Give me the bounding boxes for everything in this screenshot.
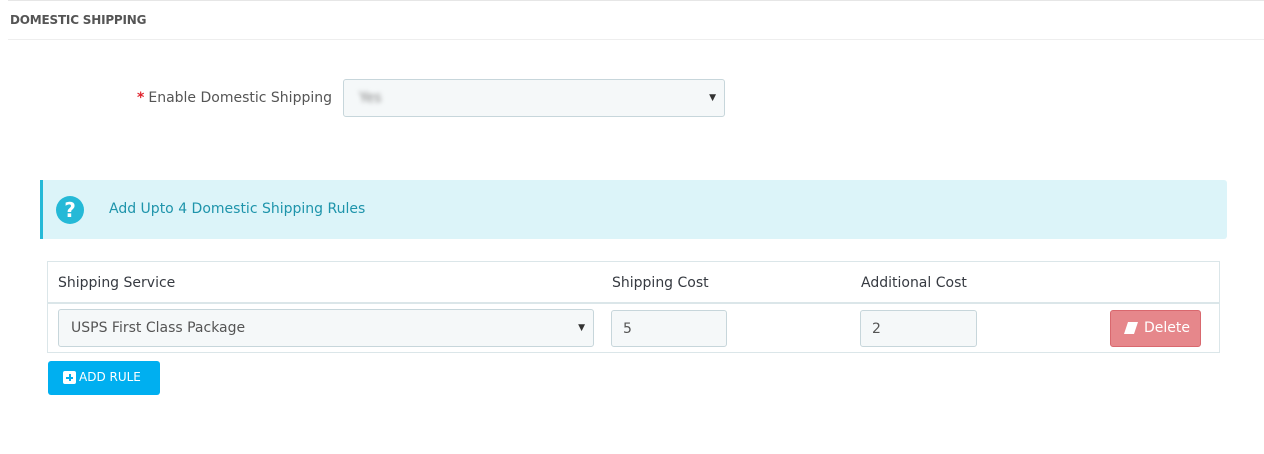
header-additional-cost: Additional Cost (861, 275, 967, 291)
header-shipping-service: Shipping Service (58, 275, 176, 291)
info-alert-text: Add Upto 4 Domestic Shipping Rules (109, 201, 366, 217)
enable-domestic-shipping-select[interactable]: Yes ▼ (343, 79, 725, 117)
required-marker: * (137, 90, 145, 106)
enable-domestic-shipping-label: * Enable Domestic Shipping (137, 90, 332, 106)
chevron-down-icon: ▼ (578, 323, 585, 333)
shipping-cost-input[interactable]: 5 (611, 310, 727, 347)
plus-square-icon (63, 371, 76, 384)
add-rule-button[interactable]: ADD RULE (48, 361, 160, 395)
additional-cost-value: 2 (872, 320, 881, 337)
enable-domestic-shipping-label-text: Enable Domestic Shipping (148, 90, 332, 106)
panel-heading: DOMESTIC SHIPPING (8, 0, 1264, 40)
delete-rule-button[interactable]: Delete (1110, 310, 1201, 347)
domestic-shipping-panel: DOMESTIC SHIPPING * Enable Domestic Shipp… (0, 0, 1264, 454)
shipping-cost-value: 5 (623, 320, 632, 337)
additional-cost-input[interactable]: 2 (860, 310, 977, 347)
delete-rule-label: Delete (1144, 320, 1190, 336)
shipping-service-value: USPS First Class Package (71, 320, 246, 336)
eraser-icon (1124, 322, 1138, 334)
info-alert: ? Add Upto 4 Domestic Shipping Rules (40, 180, 1227, 239)
enable-domestic-shipping-value: Yes (359, 90, 382, 106)
shipping-service-select[interactable]: USPS First Class Package ▼ (58, 309, 594, 347)
add-rule-label: ADD RULE (79, 370, 141, 384)
shipping-rules-table: Shipping Service Shipping Cost Additiona… (47, 261, 1220, 353)
header-shipping-cost: Shipping Cost (612, 275, 709, 291)
question-icon: ? (56, 196, 84, 224)
panel-title: DOMESTIC SHIPPING (10, 13, 147, 27)
chevron-down-icon: ▼ (709, 93, 716, 103)
table-header: Shipping Service Shipping Cost Additiona… (48, 262, 1219, 304)
